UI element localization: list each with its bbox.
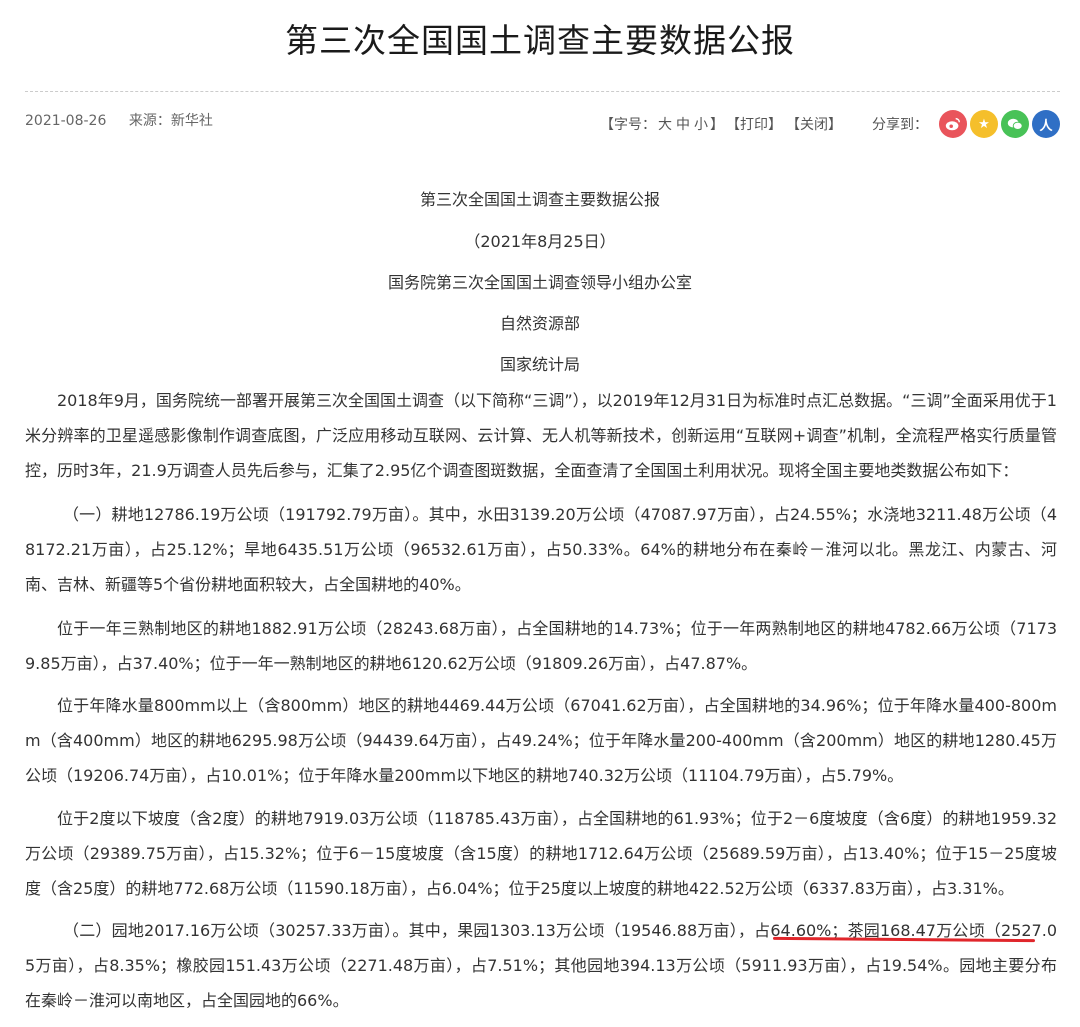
issuer-line-3: 国家统计局	[499, 355, 580, 374]
article-date-line: （2021年8月25日）	[464, 232, 616, 251]
paragraph-slope: 位于2度以下坡度（含2度）的耕地7919.03万公顷（118785.43万亩），…	[25, 809, 1057, 898]
publish-date: 2021-08-26	[25, 113, 107, 129]
page-title: 第三次全国国土调查主要数据公报	[285, 21, 795, 60]
font-medium-button[interactable]: 中	[676, 114, 690, 134]
font-large-button[interactable]: 大	[658, 114, 672, 134]
issuer-line-2: 自然资源部	[499, 314, 580, 333]
header-divider	[25, 91, 1060, 92]
font-size-close: 】	[710, 117, 724, 133]
font-size-label: 【字号：	[600, 117, 656, 133]
weibo-share-icon[interactable]	[939, 110, 967, 138]
paragraph-gardens: （二）园地2017.16万公顷（30257.33万亩）。其中，果园1303.13…	[25, 921, 1057, 1010]
article-meta: 2021-08-26 来源：新华社	[25, 110, 231, 130]
paragraph-cropland: （一）耕地12786.19万公顷（191792.79万亩）。其中，水田3139.…	[25, 505, 1057, 594]
source-label: 来源：新华社	[128, 113, 213, 129]
paragraph-precipitation: 位于年降水量800mm以上（含800mm）地区的耕地4469.44万公顷（670…	[25, 696, 1057, 785]
print-button[interactable]: 【打印】	[726, 114, 782, 134]
wechat-share-icon[interactable]	[1001, 110, 1029, 138]
paragraph-intro: 2018年9月，国务院统一部署开展第三次全国国土调查（以下简称“三调”），以20…	[25, 391, 1057, 480]
qzone-share-icon[interactable]: ★	[970, 110, 998, 138]
people-share-icon[interactable]: 人	[1032, 110, 1060, 138]
close-button[interactable]: 【关闭】	[786, 114, 842, 134]
paragraph-cropping-systems: 位于一年三熟制地区的耕地1882.91万公顷（28243.68万亩），占全国耕地…	[25, 619, 1057, 673]
issuer-line-1: 国务院第三次全国国土调查领导小组办公室	[387, 273, 692, 292]
font-small-button[interactable]: 小	[694, 114, 708, 134]
article-heading: 第三次全国国土调查主要数据公报	[419, 190, 660, 209]
article-toolbar: 【字号： 大 中 小 】 【打印】 【关闭】 分享到： ★ 人	[600, 108, 1060, 140]
share-label: 分享到：	[872, 117, 928, 133]
